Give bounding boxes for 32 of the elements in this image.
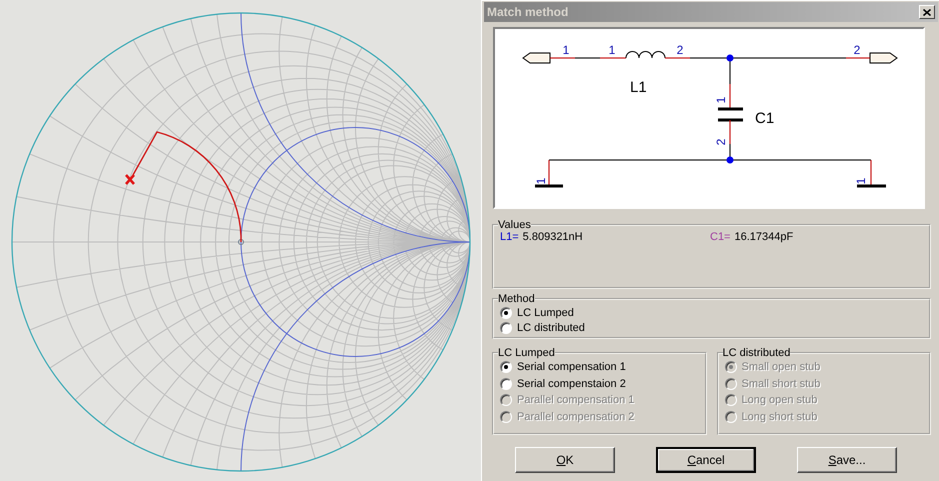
- pin-number: 1: [562, 43, 570, 57]
- pin-number: 2: [854, 43, 860, 57]
- close-icon: [923, 8, 931, 16]
- option-label[interactable]: LC distributed: [517, 322, 585, 334]
- pin-number: 1: [608, 43, 616, 57]
- pin-number: 1: [534, 178, 548, 184]
- close-button[interactable]: [919, 5, 935, 19]
- dialog-button[interactable]: OK: [515, 447, 615, 473]
- group-title: LC Lumped: [498, 347, 555, 359]
- radio-button[interactable]: [500, 322, 512, 334]
- value-name: C1=: [710, 231, 730, 243]
- pin-number: 1: [714, 96, 728, 104]
- radio-button[interactable]: [500, 361, 512, 374]
- option-label[interactable]: Serial compenstaion 2: [517, 378, 626, 390]
- dialog-button[interactable]: Save...: [797, 447, 897, 473]
- group-title: LC distributed: [722, 347, 790, 359]
- value-text: 16.17344pF: [734, 231, 794, 243]
- radio-button[interactable]: [500, 378, 512, 390]
- pin-number: 2: [714, 138, 728, 146]
- pin-number: 1: [854, 178, 868, 184]
- radio-button[interactable]: [500, 306, 512, 319]
- component-label: L1: [630, 79, 647, 96]
- value-name: L1=: [500, 231, 519, 243]
- dialog-button[interactable]: Cancel: [656, 447, 756, 473]
- option-label[interactable]: LC Lumped: [517, 306, 574, 319]
- group-title: Method: [498, 293, 535, 305]
- value-text: 5.809321nH: [522, 231, 583, 243]
- window-title: Match method: [487, 5, 568, 19]
- pin-number: 2: [676, 43, 684, 57]
- option-label[interactable]: Serial compensation 1: [517, 361, 626, 374]
- group-title: Values: [498, 219, 531, 231]
- component-label: C1: [755, 110, 774, 127]
